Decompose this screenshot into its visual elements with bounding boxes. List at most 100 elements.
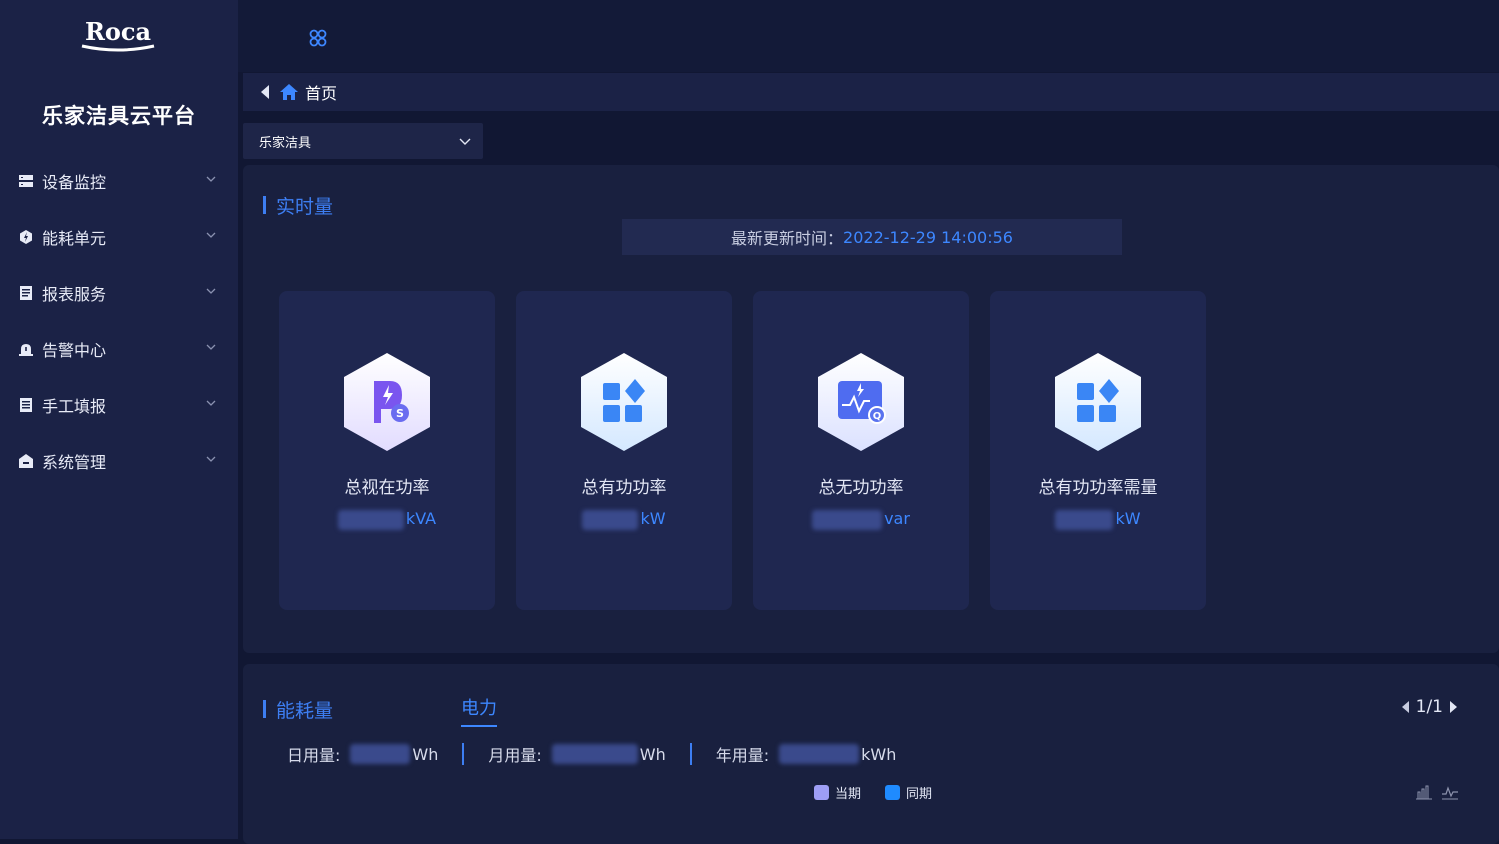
metric-unit: kVA	[405, 509, 437, 528]
metric-card-active-power[interactable]: 总有功功率 kW	[516, 291, 732, 610]
sidebar-item-label: 手工填报	[42, 397, 107, 416]
realtime-panel: 实时量 最新更新时间： 2022-12-29 14:00:56 S 总视在功率 …	[243, 165, 1499, 653]
sidebar-item-report-service[interactable]: 报表服务	[0, 265, 238, 321]
metric-value: kW	[516, 509, 732, 530]
sidebar-item-system-management[interactable]: 系统管理	[0, 433, 238, 489]
metric-unit: kW	[1115, 509, 1141, 528]
sidebar-menu: 设备监控 能耗单元 报表服务 告警中心 手工填报 系统管理	[0, 153, 238, 489]
metric-unit: kW	[640, 509, 666, 528]
next-page-icon[interactable]	[1449, 700, 1459, 714]
apparent-power-icon: S	[344, 353, 430, 451]
usage-summary: 日用量: Wh 月用量: Wh 年用量: kWh	[287, 742, 896, 766]
sidebar: Roca 乐家洁具云平台 设备监控 能耗单元 报表服务 告警中心 手工填报 系统…	[0, 0, 238, 839]
update-time-label: 最新更新时间：	[731, 229, 844, 248]
update-time-value: 2022-12-29 14:00:56	[843, 227, 1013, 247]
pager-text: 1/1	[1415, 697, 1443, 717]
metric-card-apparent-power[interactable]: S 总视在功率 kVA	[279, 291, 495, 610]
sidebar-item-label: 告警中心	[42, 341, 107, 360]
site-select-value: 乐家洁具	[259, 135, 312, 151]
legend-label: 当期	[835, 787, 862, 802]
sidebar-item-device-monitor[interactable]: 设备监控	[0, 153, 238, 209]
usage-label: 日用量:	[287, 746, 341, 765]
redacted-value	[551, 744, 638, 764]
home-icon[interactable]	[279, 82, 299, 102]
redacted-value	[779, 744, 860, 764]
metric-name: 总视在功率	[344, 478, 430, 498]
redacted-value	[1055, 509, 1114, 530]
metric-value: var	[753, 509, 969, 530]
energy-title: 能耗量	[263, 696, 333, 723]
redacted-value	[812, 509, 883, 530]
report-icon	[18, 285, 34, 301]
chevron-down-icon	[206, 176, 216, 182]
sidebar-item-alarm-center[interactable]: 告警中心	[0, 321, 238, 377]
chart-type-switcher	[1407, 784, 1459, 800]
usage-unit: kWh	[861, 744, 897, 764]
metric-name: 总有功功率	[581, 478, 667, 498]
usage-label: 年用量:	[715, 746, 770, 765]
metric-name: 总有功功率需量	[1038, 478, 1158, 498]
legend-label: 同期	[906, 787, 933, 802]
usage-unit: Wh	[412, 744, 439, 764]
redacted-value	[582, 509, 639, 530]
breadcrumb-home[interactable]: 首页	[305, 80, 337, 104]
chevron-down-icon	[206, 456, 216, 462]
usage-value: Wh	[542, 744, 666, 764]
svg-text:S: S	[396, 407, 404, 420]
sidebar-item-label: 设备监控	[42, 173, 107, 192]
chevron-down-icon	[459, 138, 471, 145]
top-bar	[238, 0, 1499, 72]
update-time-bar: 最新更新时间： 2022-12-29 14:00:56	[622, 219, 1122, 255]
roca-logo: Roca	[81, 18, 155, 52]
metric-card-reactive-power[interactable]: Q 总无功功率 var	[753, 291, 969, 610]
system-icon	[18, 453, 34, 469]
usage-daily: 日用量: Wh	[287, 742, 438, 766]
reactive-power-icon: Q	[818, 353, 904, 451]
bar-chart-icon[interactable]	[1415, 784, 1433, 800]
usage-label: 月用量:	[488, 746, 542, 765]
site-select[interactable]: 乐家洁具	[243, 123, 483, 159]
chevron-down-icon	[206, 344, 216, 350]
usage-divider	[689, 743, 692, 765]
usage-yearly: 年用量: kWh	[715, 742, 896, 766]
redacted-value	[337, 509, 404, 530]
breadcrumb: 首页	[243, 73, 1499, 111]
pager: 1/1	[1400, 697, 1459, 717]
svg-text:Q: Q	[873, 411, 882, 422]
manual-entry-icon	[18, 397, 34, 413]
legend-swatch	[885, 785, 901, 800]
active-power-demand-icon	[1055, 353, 1141, 451]
metric-unit: var	[884, 509, 910, 528]
line-chart-icon[interactable]	[1441, 784, 1459, 800]
sidebar-item-energy-unit[interactable]: 能耗单元	[0, 209, 238, 265]
sidebar-item-label: 报表服务	[42, 285, 107, 304]
prev-page-icon[interactable]	[1400, 700, 1410, 714]
sidebar-item-manual-entry[interactable]: 手工填报	[0, 377, 238, 433]
metric-card-active-power-demand[interactable]: 总有功功率需量 kW	[990, 291, 1206, 610]
realtime-title: 实时量	[263, 192, 333, 219]
sidebar-item-label: 能耗单元	[42, 229, 107, 248]
chevron-down-icon	[206, 400, 216, 406]
legend-swatch	[814, 785, 829, 800]
legend-item-same-period[interactable]: 同期	[885, 783, 932, 802]
energy-icon	[18, 229, 34, 245]
usage-unit: Wh	[639, 744, 666, 764]
logo-text: Roca	[85, 18, 151, 46]
chart-legend: 当期 同期	[814, 783, 956, 802]
energy-panel: 能耗量 电力 1/1 日用量: Wh 月用量: Wh 年用量: kWh 当期 同…	[243, 664, 1499, 844]
back-arrow-icon[interactable]	[259, 84, 271, 100]
menu-toggle-icon[interactable]	[308, 28, 328, 48]
legend-item-current[interactable]: 当期	[814, 783, 861, 802]
redacted-value	[350, 744, 411, 764]
usage-value: Wh	[340, 744, 438, 764]
active-power-icon	[581, 353, 667, 451]
platform-title: 乐家洁具云平台	[42, 104, 196, 128]
metric-name: 总无功功率	[818, 478, 904, 498]
tab-electricity[interactable]: 电力	[461, 694, 497, 727]
metric-value: kVA	[279, 509, 495, 530]
sidebar-item-label: 系统管理	[42, 453, 107, 472]
usage-monthly: 月用量: Wh	[488, 742, 666, 766]
usage-value: kWh	[769, 744, 896, 764]
alarm-icon	[18, 341, 34, 357]
metric-value: kW	[990, 509, 1206, 530]
